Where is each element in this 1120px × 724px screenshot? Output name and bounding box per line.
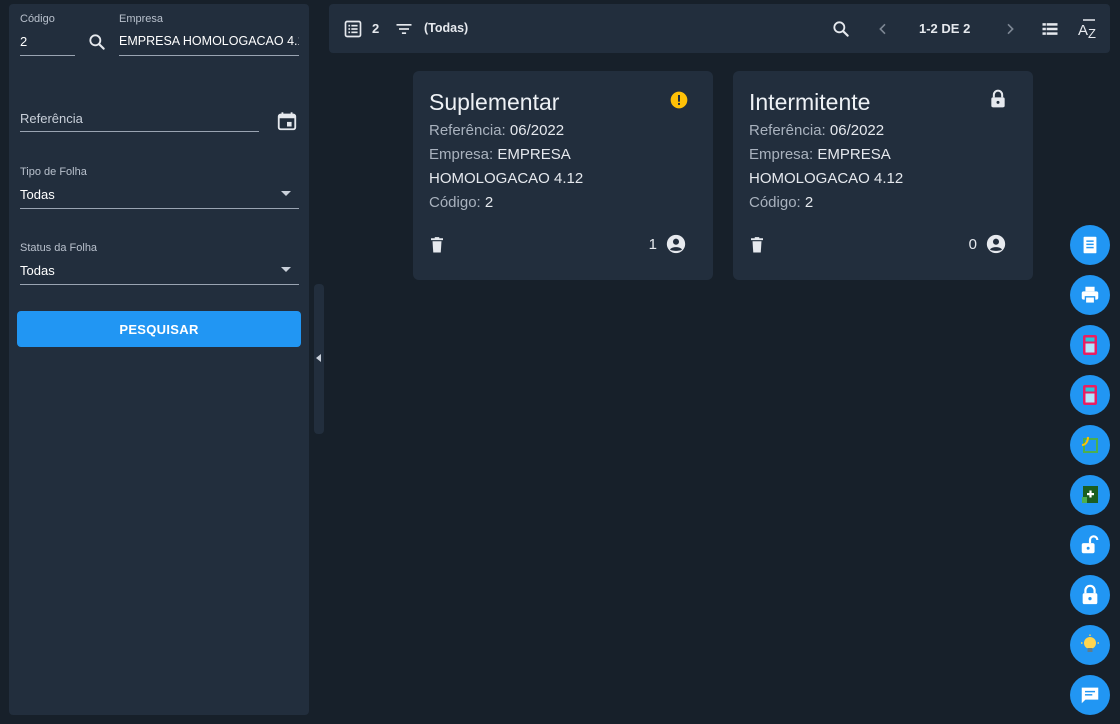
warning-icon bbox=[668, 89, 690, 111]
status-folha-label: Status da Folha bbox=[20, 242, 98, 254]
svg-text:A: A bbox=[1078, 22, 1088, 39]
results-count: 2 bbox=[372, 21, 380, 36]
chevron-right-icon[interactable] bbox=[999, 18, 1021, 40]
tipo-folha-label: Tipo de Folha bbox=[20, 166, 87, 178]
card-empresa: Empresa: EMPRESA bbox=[749, 146, 891, 163]
svg-text:Z: Z bbox=[1088, 26, 1096, 41]
card-employee-count: 1 bbox=[648, 236, 657, 253]
list-checked-icon[interactable] bbox=[342, 18, 364, 40]
codigo-underline bbox=[20, 55, 75, 56]
card-empresa-cont: HOMOLOGACAO 4.12 bbox=[429, 170, 584, 187]
pagination-text: 1-2 DE 2 bbox=[919, 21, 971, 36]
add-document-icon bbox=[1082, 486, 1098, 503]
card-title: Intermitente bbox=[749, 89, 871, 115]
calculator-icon bbox=[1083, 335, 1097, 355]
unlock-fab[interactable] bbox=[1070, 525, 1110, 565]
chevron-left-icon[interactable] bbox=[872, 18, 894, 40]
toolbar: 2 (Todas) 1-2 DE 2 AZ bbox=[329, 4, 1110, 53]
card-empresa-cont: HOMOLOGACAO 4.12 bbox=[749, 170, 904, 187]
active-filter-text: (Todas) bbox=[424, 21, 469, 35]
card-codigo: Código: 2 bbox=[749, 194, 814, 211]
card-empresa: Empresa: EMPRESA bbox=[429, 146, 571, 163]
empresa-label: Empresa bbox=[119, 13, 164, 25]
card-codigo: Código: 2 bbox=[429, 194, 494, 211]
filter-sidebar: Código 2 Empresa EMPRESA HOMOLOGACAO 4.1… bbox=[9, 4, 309, 715]
print-icon bbox=[1081, 286, 1099, 304]
calculator-icon bbox=[1083, 385, 1097, 405]
filter-icon[interactable] bbox=[393, 18, 415, 40]
trash-icon[interactable] bbox=[747, 234, 767, 256]
list-view-icon[interactable] bbox=[1039, 18, 1061, 40]
calendar-edit-icon bbox=[1081, 436, 1098, 453]
lightbulb-icon bbox=[1081, 634, 1099, 652]
lightbulb-fab[interactable] bbox=[1070, 625, 1110, 665]
tipo-folha-select[interactable]: Todas bbox=[20, 187, 55, 202]
add-document-fab[interactable] bbox=[1070, 475, 1110, 515]
codigo-input[interactable]: 2 bbox=[20, 34, 70, 49]
account-circle-icon[interactable] bbox=[665, 233, 687, 255]
unlock-icon bbox=[1081, 535, 1099, 554]
empresa-underline bbox=[119, 55, 299, 56]
lock-icon bbox=[987, 88, 1009, 110]
receipt-fab[interactable] bbox=[1070, 225, 1110, 265]
search-icon[interactable] bbox=[85, 30, 109, 54]
chevron-down-icon[interactable] bbox=[281, 191, 291, 196]
calendar-edit-fab[interactable] bbox=[1070, 425, 1110, 465]
calculator-fab-2[interactable] bbox=[1070, 375, 1110, 415]
calculator-fab[interactable] bbox=[1070, 325, 1110, 365]
card-employee-count: 0 bbox=[968, 236, 977, 253]
sort-alpha-icon[interactable]: AZ bbox=[1077, 17, 1101, 41]
status-folha-select[interactable]: Todas bbox=[20, 263, 55, 278]
account-circle-icon[interactable] bbox=[985, 233, 1007, 255]
chat-icon bbox=[1081, 687, 1099, 704]
print-fab[interactable] bbox=[1070, 275, 1110, 315]
folha-card[interactable]: Suplementar Referência: 06/2022 Empresa:… bbox=[413, 71, 713, 280]
tipo-folha-underline bbox=[20, 208, 299, 209]
search-button[interactable]: PESQUISAR bbox=[17, 311, 301, 347]
receipt-icon bbox=[1083, 236, 1097, 254]
empresa-input[interactable]: EMPRESA HOMOLOGACAO 4.12 bbox=[119, 34, 299, 48]
lock-fab[interactable] bbox=[1070, 575, 1110, 615]
folha-card[interactable]: Intermitente Referência: 06/2022 Empresa… bbox=[733, 71, 1033, 280]
chat-fab[interactable] bbox=[1070, 675, 1110, 715]
codigo-label: Código bbox=[20, 13, 55, 25]
collapse-sidebar-handle[interactable] bbox=[314, 284, 324, 434]
card-referencia: Referência: 06/2022 bbox=[429, 122, 565, 139]
chevron-left-icon bbox=[316, 354, 321, 362]
status-folha-underline bbox=[20, 284, 299, 285]
lock-icon bbox=[1082, 584, 1098, 605]
card-referencia: Referência: 06/2022 bbox=[749, 122, 885, 139]
referencia-underline bbox=[20, 131, 259, 132]
app: Código 2 Empresa EMPRESA HOMOLOGACAO 4.1… bbox=[0, 0, 1120, 724]
card-title: Suplementar bbox=[429, 89, 560, 115]
calendar-icon[interactable] bbox=[275, 109, 299, 133]
search-icon[interactable] bbox=[830, 18, 852, 40]
chevron-down-icon[interactable] bbox=[281, 267, 291, 272]
trash-icon[interactable] bbox=[427, 234, 447, 256]
referencia-input[interactable]: Referência bbox=[20, 111, 83, 126]
